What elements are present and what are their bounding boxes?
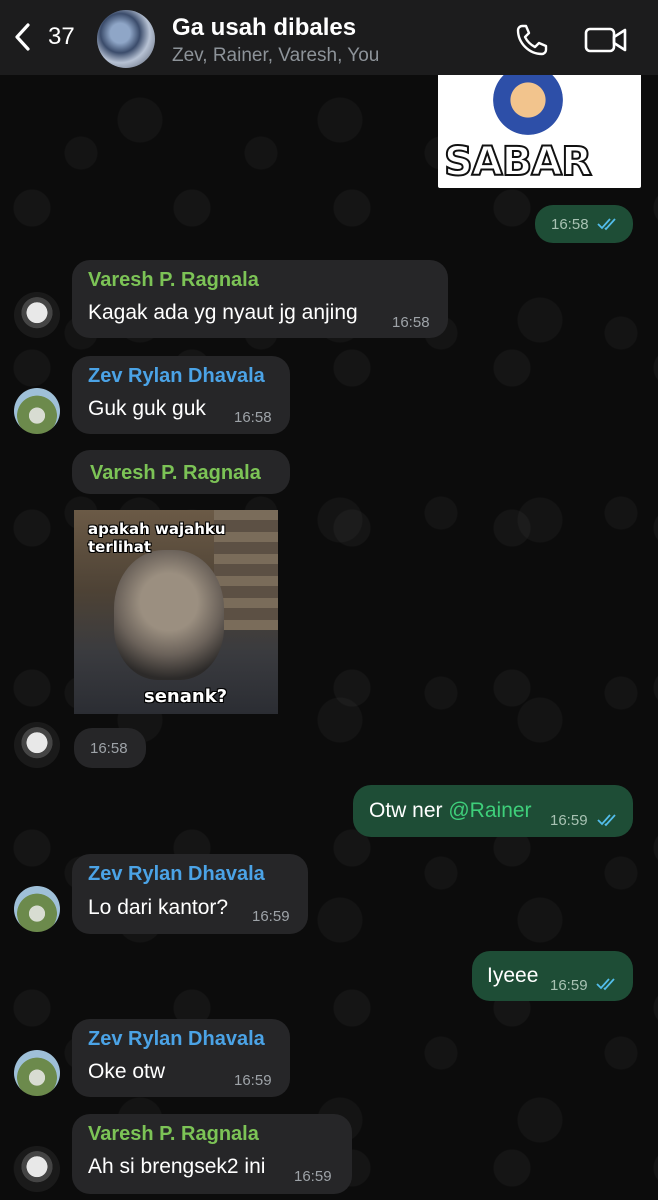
sender-name[interactable]: Zev Rylan Dhavala [88,1028,265,1051]
sabar-sticker-image[interactable]: SABAR [438,75,641,188]
message-time: 16:58 [90,740,128,757]
sender-name[interactable]: Zev Rylan Dhavala [88,863,265,886]
phone-icon[interactable] [514,22,550,58]
meme-image[interactable]: apakah wajahku terlihat senank? [74,510,278,714]
message-text: Ah si brengsek2 ini [88,1155,266,1178]
meme-face [114,550,224,680]
avatar[interactable] [14,722,60,768]
message-bubble-incoming[interactable]: Zev Rylan Dhavala Lo dari kantor? 16:59 [72,854,308,934]
message-bubble-incoming[interactable]: Varesh P. Ragnala [72,450,290,494]
message-text-body: Otw ner [369,799,449,822]
avatar[interactable] [14,1050,60,1096]
sticker-caption: SABAR [443,138,593,186]
message-bubble-incoming[interactable]: Varesh P. Ragnala Kagak ada yg nyaut jg … [72,260,448,338]
message-time: 16:59 [234,1072,272,1089]
message-time: 16:59 [294,1168,332,1185]
double-check-icon [597,814,616,827]
double-check-icon [597,218,616,231]
message-bubble-outgoing[interactable]: Otw ner @Rainer 16:59 [353,785,633,837]
sender-name[interactable]: Varesh P. Ragnala [88,269,259,292]
chat-title[interactable]: Ga usah dibales [172,14,356,42]
message-text: Guk guk guk [88,397,206,420]
group-members[interactable]: Zev, Rainer, Varesh, You [172,45,379,67]
chevron-left-icon [15,23,30,51]
message-time: 16:58 [551,216,589,233]
avatar[interactable] [14,886,60,932]
group-avatar[interactable] [97,10,155,68]
message-bubble-outgoing[interactable]: Iyeee 16:59 [472,951,633,1001]
message-bubble-incoming[interactable]: Zev Rylan Dhavala Guk guk guk 16:58 [72,356,290,434]
back-button[interactable]: 37 [12,22,75,52]
message-bubble-outgoing[interactable]: 16:58 [535,205,633,243]
meme-bottom-caption: senank? [144,686,228,707]
double-check-icon [596,978,615,991]
message-time: 16:59 [550,977,588,994]
message-time-pill: 16:58 [74,728,146,768]
message-text: Lo dari kantor? [88,896,229,919]
mention-link[interactable]: @Rainer [448,799,531,822]
message-time: 16:58 [234,409,272,426]
avatar[interactable] [14,388,60,434]
message-bubble-incoming[interactable]: Varesh P. Ragnala Ah si brengsek2 ini 16… [72,1114,352,1194]
sender-name[interactable]: Varesh P. Ragnala [90,462,261,485]
message-text: Otw ner @Rainer [369,799,532,823]
message-text: Iyeee [487,964,539,987]
message-time: 16:59 [550,812,588,829]
sender-name[interactable]: Zev Rylan Dhavala [88,365,265,388]
message-time: 16:59 [252,908,290,925]
unread-count: 37 [48,23,75,50]
message-time: 16:58 [392,314,430,331]
message-text: Oke otw [88,1060,166,1083]
message-text: Kagak ada yg nyaut jg anjing [88,301,358,324]
sticker-character [493,75,563,135]
meme-top-caption: apakah wajahku terlihat [88,520,226,556]
avatar[interactable] [14,292,60,338]
message-bubble-incoming[interactable]: Zev Rylan Dhavala Oke otw 16:59 [72,1019,290,1097]
chat-header: 37 Ga usah dibales Zev, Rainer, Varesh, … [0,0,658,75]
sender-name[interactable]: Varesh P. Ragnala [88,1123,259,1146]
avatar[interactable] [14,1146,60,1192]
video-camera-icon[interactable] [584,24,628,56]
